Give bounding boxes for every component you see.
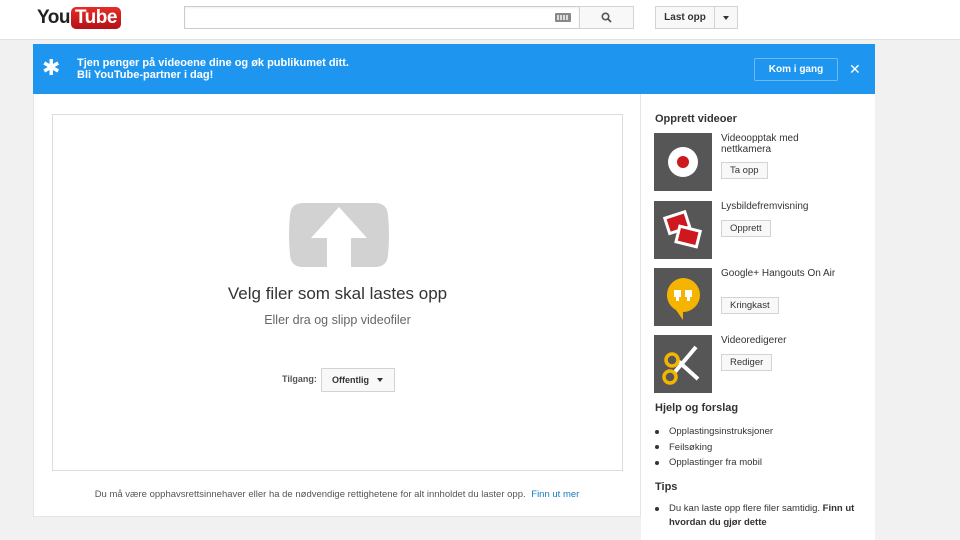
help-list: Opplastingsinstruksjoner Feilsøking Oppl… [655,424,773,471]
scissors-icon[interactable] [654,335,712,393]
hangouts-icon[interactable] [654,268,712,326]
get-started-button[interactable]: Kom i gang [754,58,838,81]
chevron-down-icon [377,378,383,382]
help-item-mobile[interactable]: Opplastinger fra mobil [655,455,773,471]
tool-label: Google+ Hangouts On Air [721,268,836,279]
search-button[interactable] [579,6,634,29]
tool-label: Videoopptak med nettkamera [721,133,799,155]
keyboard-icon[interactable] [555,13,571,22]
star-icon: ✱ [42,55,61,80]
youtube-logo[interactable]: You Tube [37,6,121,30]
help-item-label: Feilsøking [669,441,713,453]
create-videos-heading: Opprett videoer [655,113,737,125]
logo-you-text: You [37,7,70,28]
upload-subtitle: Eller dra og slipp videofiler [264,313,411,327]
sidebar: Opprett videoer Videoopptak med nettkame… [641,94,875,540]
create-slideshow-button[interactable]: Opprett [721,220,771,237]
partner-banner: ✱ Tjen penger på videoene dine og øk pub… [33,44,875,94]
tool-slideshow: Lysbildefremvisning Opprett [654,201,854,259]
bullet-icon [655,429,659,434]
bullet-icon [655,460,659,465]
record-button[interactable]: Ta opp [721,162,768,179]
help-item-instructions[interactable]: Opplastingsinstruksjoner [655,424,773,440]
tip-item: Du kan laste opp flere filer samtidig. F… [655,502,865,530]
broadcast-button[interactable]: Kringkast [721,297,779,314]
copyright-text: Du må være opphavsrettsinnehaver eller h… [94,489,526,500]
webcam-record-icon[interactable] [654,133,712,191]
help-item-label: Opplastinger fra mobil [669,457,762,469]
upload-arrow-icon[interactable] [287,201,391,269]
tips-heading: Tips [655,481,678,493]
banner-line-1: Tjen penger på videoene dine og øk publi… [77,57,349,69]
tool-label: Lysbildefremvisning [721,201,809,212]
upload-dropzone[interactable]: Velg filer som skal lastes opp Eller dra… [52,114,623,471]
masthead: You Tube Last opp [0,0,960,40]
tool-hangouts: Google+ Hangouts On Air Kringkast [654,268,854,326]
help-heading: Hjelp og forslag [655,402,739,414]
tool-editor: Videoredigerer Rediger [654,335,854,393]
edit-button[interactable]: Rediger [721,354,773,371]
privacy-value: Offentlig [332,375,369,385]
bullet-icon [655,507,659,511]
banner-line-2: Bli YouTube-partner i dag! [77,69,214,81]
search-input[interactable] [184,6,580,29]
logo-tube-text: Tube [70,7,121,29]
search-icon [601,12,612,23]
privacy-label: Tilgang: [282,374,317,384]
bullet-icon [655,445,659,450]
upload-menu-button[interactable] [714,6,738,29]
learn-more-link[interactable]: Finn ut mer [531,489,579,500]
tip-text: Du kan laste opp flere filer samtidig. [669,503,821,514]
upload-title[interactable]: Velg filer som skal lastes opp [53,284,622,304]
help-item-troubleshooting[interactable]: Feilsøking [655,440,773,456]
help-item-label: Opplastingsinstruksjoner [669,426,774,438]
upload-button[interactable]: Last opp [655,6,715,29]
slideshow-icon[interactable] [654,201,712,259]
privacy-select[interactable]: Offentlig [321,368,395,392]
tool-webcam: Videoopptak med nettkamera Ta opp [654,133,854,191]
copyright-notice: Du må være opphavsrettsinnehaver eller h… [34,489,640,500]
tool-label: Videoredigerer [721,335,787,346]
banner-message: Tjen penger på videoene dine og øk publi… [77,57,349,81]
upload-panel: Velg filer som skal lastes opp Eller dra… [33,94,641,517]
tip-content: Du kan laste opp flere filer samtidig. F… [669,502,865,530]
chevron-down-icon [723,15,729,20]
close-icon[interactable]: ✕ [849,58,861,80]
